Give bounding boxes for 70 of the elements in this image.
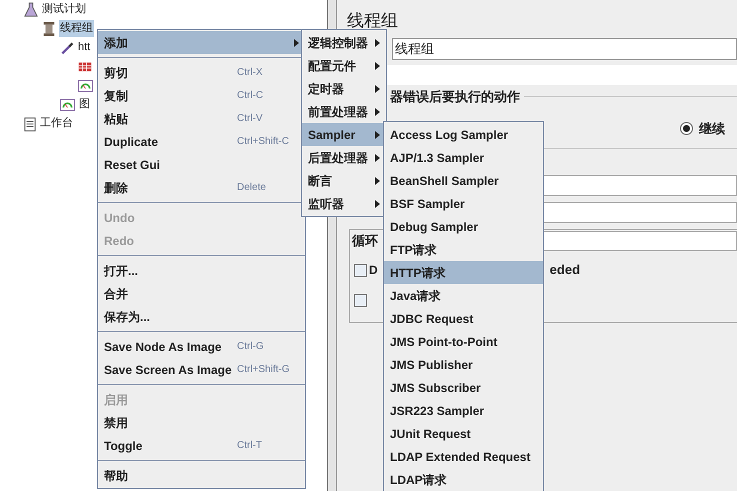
- menu-item[interactable]: 定时器: [302, 77, 386, 100]
- menu-item[interactable]: Access Log Sampler: [384, 123, 543, 146]
- menu-item[interactable]: 后置处理器: [302, 146, 386, 169]
- menu-item[interactable]: Save Node As Image Ctrl-G: [98, 335, 305, 358]
- caret-icon: [375, 62, 380, 70]
- menu-item[interactable]: HTTP请求: [384, 261, 543, 284]
- menu-item[interactable]: Java请求: [384, 284, 543, 307]
- menu-item[interactable]: Duplicate Ctrl+Shift-C: [98, 130, 305, 153]
- radio-button[interactable]: [680, 122, 693, 135]
- name-field[interactable]: 线程组: [392, 38, 737, 60]
- tree-node-label[interactable]: 图: [78, 96, 91, 113]
- menu-item[interactable]: Toggle Ctrl-T: [98, 434, 305, 457]
- menu-item[interactable]: FTP请求: [384, 238, 543, 261]
- menu-item[interactable]: JMS Point-to-Point: [384, 330, 543, 353]
- tree-node-label[interactable]: 测试计划: [41, 1, 87, 18]
- menu-item[interactable]: 粘贴 Ctrl-V: [98, 107, 305, 130]
- caret-icon: [375, 200, 380, 208]
- caret-icon: [294, 38, 299, 46]
- menu-item[interactable]: 配置元件: [302, 54, 386, 77]
- checkbox[interactable]: [354, 294, 367, 306]
- spool-icon: [42, 20, 56, 36]
- pipette-icon: [60, 40, 74, 56]
- menu-item[interactable]: LDAP Extended Request: [384, 445, 543, 468]
- menu-item[interactable]: JDBC Request: [384, 307, 543, 330]
- table-icon: [78, 60, 92, 73]
- menu-item[interactable]: 保存为...: [98, 305, 305, 328]
- menu-item[interactable]: 剪切 Ctrl-X: [98, 61, 305, 84]
- gauge-icon: [60, 98, 75, 110]
- panel-title: 线程组: [347, 10, 399, 32]
- menu-item[interactable]: 断言: [302, 169, 386, 192]
- menu-item[interactable]: 打开...: [98, 259, 305, 282]
- loop-label: 循环: [350, 232, 378, 250]
- menu-item[interactable]: Save Screen As Image Ctrl+Shift-G: [98, 358, 305, 381]
- menu-item[interactable]: 复制 Ctrl-C: [98, 84, 305, 107]
- menu-item[interactable]: JSR223 Sampler: [384, 399, 543, 422]
- checkbox-label: eded: [550, 261, 580, 280]
- radio-label: 继续: [699, 120, 725, 138]
- tree-node-label[interactable]: 工作台: [39, 115, 74, 132]
- menu-item[interactable]: BeanShell Sampler: [384, 169, 543, 192]
- caret-icon: [375, 38, 380, 46]
- menu-item[interactable]: JMS Subscriber: [384, 376, 543, 399]
- menu-item[interactable]: 监听器: [302, 192, 386, 215]
- checkbox-label: D: [369, 262, 378, 279]
- notepad-icon: [24, 116, 36, 132]
- gauge-icon: [78, 80, 93, 92]
- group-title: 器错误后要执行的动作: [390, 88, 520, 106]
- menu-item[interactable]: JMS Publisher: [384, 353, 543, 376]
- menu-item[interactable]: 逻辑控制器: [302, 31, 386, 54]
- menu-item[interactable]: 前置处理器: [302, 100, 386, 123]
- caret-icon: [375, 130, 380, 138]
- menu-item[interactable]: Debug Sampler: [384, 215, 543, 238]
- caret-icon: [375, 176, 380, 184]
- tree-node-label[interactable]: htt: [77, 39, 92, 56]
- comments-field[interactable]: [387, 65, 737, 85]
- menu-item[interactable]: 帮助: [98, 464, 305, 487]
- checkbox[interactable]: [354, 264, 367, 276]
- menu-item[interactable]: BSF Sampler: [384, 192, 543, 215]
- menu-item[interactable]: JUnit Request: [384, 422, 543, 445]
- menu-item[interactable]: 合并: [98, 282, 305, 305]
- caret-icon: [375, 108, 380, 116]
- menu-item[interactable]: Sampler: [302, 123, 386, 146]
- caret-icon: [375, 84, 380, 92]
- tree-node-label[interactable]: 线程组: [59, 20, 94, 37]
- menu-item[interactable]: Reset Gui: [98, 153, 305, 176]
- menu-item[interactable]: 禁用: [98, 411, 305, 434]
- caret-icon: [375, 154, 380, 162]
- menu-item[interactable]: LDAP请求: [384, 468, 543, 491]
- menu-item[interactable]: 删除 Delete: [98, 176, 305, 199]
- menu-item[interactable]: AJP/1.3 Sampler: [384, 146, 543, 169]
- flask-icon: [24, 2, 38, 18]
